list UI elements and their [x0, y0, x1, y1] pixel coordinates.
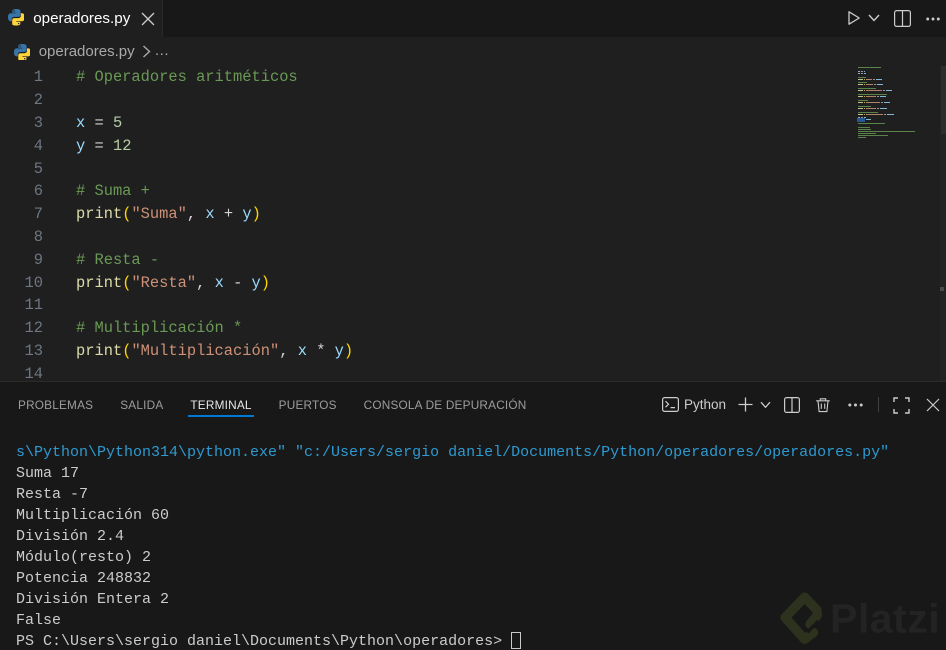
svg-text:Platzi: Platzi	[830, 596, 940, 642]
